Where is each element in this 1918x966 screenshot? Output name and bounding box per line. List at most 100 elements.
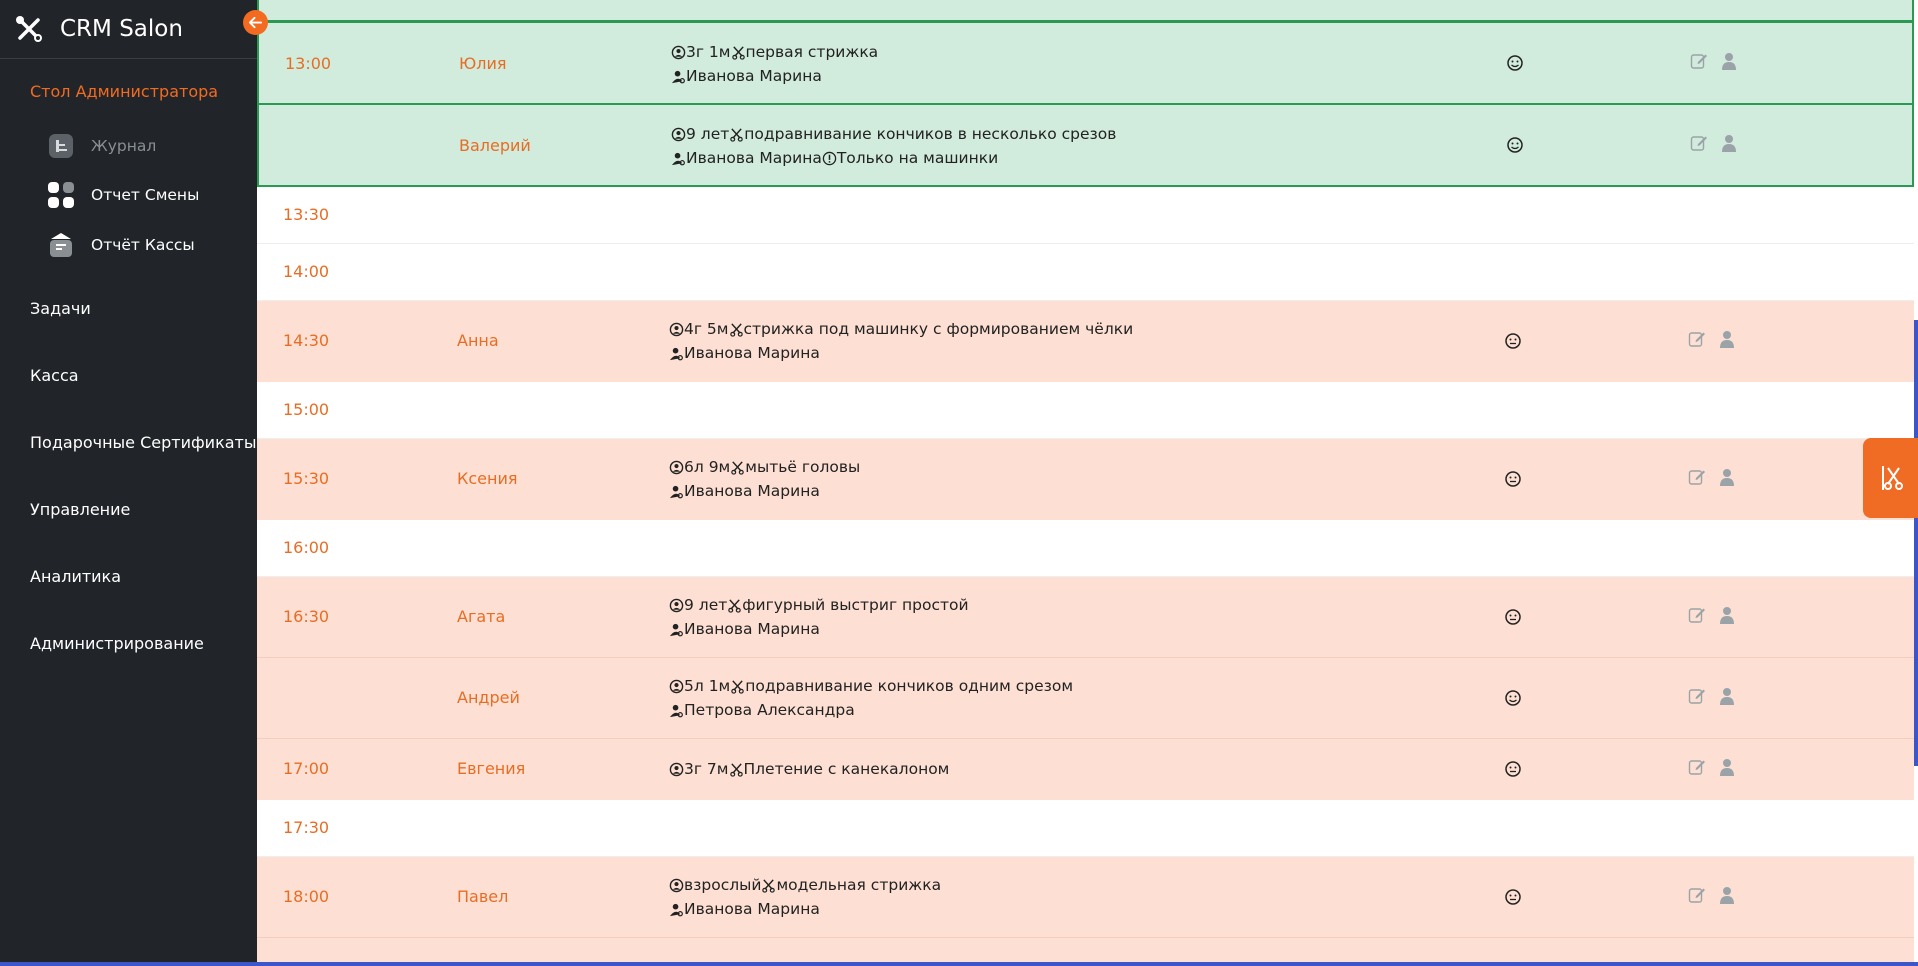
master-name: Иванова Марина [686,67,822,85]
child-face-icon [669,598,684,612]
client-age: 4г 5м [684,320,729,338]
edit-icon[interactable] [1688,758,1706,776]
sidebar-item-shift-report[interactable]: Отчет Смены [47,179,199,211]
appointment-info: 6л 9м мытьё головы Иванова Марина [669,455,860,503]
table-row[interactable]: 18:00 Павел взрослый модельная стрижка И… [257,857,1914,938]
user-icon[interactable] [1719,468,1735,486]
user-icon[interactable] [1719,606,1735,624]
master-icon [669,704,683,717]
neutral-face-icon[interactable] [1504,608,1522,626]
client-name[interactable]: Юлия [459,54,507,73]
table-row[interactable]: 16:30 Агата 9 лет фигурный выстриг прост… [257,577,1914,658]
appointment-info: 3г 7м Плетение с канекалоном [669,757,949,781]
sidebar-item-analytics[interactable]: Аналитика [30,567,121,586]
child-face-icon [669,460,684,474]
sidebar-item-gift-certificates[interactable]: Подарочные Сертификаты [30,433,257,452]
service-name: Плетение с канекалоном [743,760,950,778]
sidebar-item-management[interactable]: Управление [30,500,130,519]
table-row-empty[interactable]: 15:00 [257,382,1914,439]
user-icon[interactable] [1719,687,1735,705]
sidebar-item-cash[interactable]: Касса [30,366,79,385]
smile-icon[interactable] [1506,54,1524,72]
sidebar: CRM Salon Стол Администратора Журнал Отч… [0,0,257,966]
appointment-note: Только на машинки [836,149,999,167]
client-name[interactable]: Евгения [457,759,525,778]
client-age: взрослый [684,876,762,894]
table-row[interactable]: 17:00 Евгения 3г 7м Плетение с канекалон… [257,739,1914,800]
time-cell: 14:00 [283,262,330,281]
table-row[interactable]: Валерий 9 лет подравнивание кончиков в н… [257,103,1914,187]
smile-icon[interactable] [1506,136,1524,154]
time-cell: 17:00 [283,759,330,778]
scrollbar[interactable] [1914,320,1918,766]
table-row[interactable]: 15:30 Ксения 6л 9м мытьё головы Иванова … [257,439,1914,520]
client-name[interactable]: Андрей [457,688,520,707]
table-row[interactable]: Андрей 5л 1м подравнивание кончиков одни… [257,658,1914,739]
client-name[interactable]: Валерий [459,136,531,155]
collapse-sidebar-button[interactable] [243,10,268,35]
child-face-icon [671,127,686,141]
neutral-face-icon[interactable] [1504,470,1522,488]
user-icon[interactable] [1719,758,1735,776]
table-row[interactable]: 14:30 Анна 4г 5м стрижка под машинку с ф… [257,301,1914,382]
scissors-icon [729,762,743,777]
appointment-info: 9 лет фигурный выстриг простой Иванова М… [669,593,969,641]
brand[interactable]: CRM Salon [0,0,257,59]
horizontal-scrollbar[interactable] [0,962,1918,966]
user-icon[interactable] [1719,330,1735,348]
neutral-face-icon[interactable] [1504,760,1522,778]
edit-icon[interactable] [1688,468,1706,486]
client-name[interactable]: Павел [457,887,508,906]
client-name[interactable]: Ксения [457,469,517,488]
edit-icon[interactable] [1690,134,1708,152]
scissors-icon [728,598,741,613]
cash-register-icon [47,231,75,259]
user-icon[interactable] [1719,886,1735,904]
edit-icon[interactable] [1688,330,1706,348]
client-age: 9 лет [686,125,730,143]
neutral-face-icon[interactable] [1504,332,1522,350]
service-name: стрижка под машинку с формированием чёлк… [743,320,1134,338]
user-icon[interactable] [1721,52,1737,70]
client-name[interactable]: Анна [457,331,499,350]
sidebar-item-cash-report[interactable]: Отчёт Кассы [47,229,195,261]
sidebar-item-tasks[interactable]: Задачи [30,299,91,318]
sidebar-item-journal[interactable]: Журнал [47,130,156,162]
edit-icon[interactable] [1688,886,1706,904]
master-name: Иванова Марина [684,620,820,638]
child-face-icon [671,45,686,59]
appointment-info: 9 лет подравнивание кончиков в несколько… [671,122,1116,170]
master-icon [669,347,683,360]
new-appointment-button[interactable] [1863,438,1918,518]
scissors-icon [762,878,776,893]
table-row[interactable]: 13:00 Юлия 3г 1м первая стрижка Иванова … [257,21,1914,105]
sidebar-item-administration[interactable]: Администрирование [30,634,204,653]
child-face-icon [669,322,684,336]
smile-icon[interactable] [1504,689,1522,707]
user-icon[interactable] [1721,134,1737,152]
table-row-empty[interactable]: 17:30 [257,800,1914,857]
child-face-icon [669,762,684,776]
client-age: 9 лет [684,596,728,614]
service-name: первая стрижка [745,43,879,61]
table-row-empty[interactable]: 16:00 [257,520,1914,577]
edit-icon[interactable] [1688,687,1706,705]
client-name[interactable]: Агата [457,607,505,626]
service-name: подравнивание кончиков в несколько срезо… [744,125,1117,143]
table-row-empty[interactable]: 13:30 [257,187,1914,244]
client-age: 6л 9м [684,458,731,476]
service-name: подравнивание кончиков одним срезом [745,677,1074,695]
time-cell: 16:30 [283,607,330,626]
scissors-icon [731,460,744,475]
edit-icon[interactable] [1688,606,1706,624]
time-cell: 15:00 [283,400,330,419]
service-name: мытьё головы [745,458,861,476]
master-name: Иванова Марина [686,149,822,167]
neutral-face-icon[interactable] [1504,888,1522,906]
table-row-empty[interactable]: 14:00 [257,244,1914,301]
time-cell: 15:30 [283,469,330,488]
section-admin-desk[interactable]: Стол Администратора [30,82,218,101]
master-icon [669,485,683,498]
table-row-partial[interactable] [257,0,1914,22]
edit-icon[interactable] [1690,52,1708,70]
